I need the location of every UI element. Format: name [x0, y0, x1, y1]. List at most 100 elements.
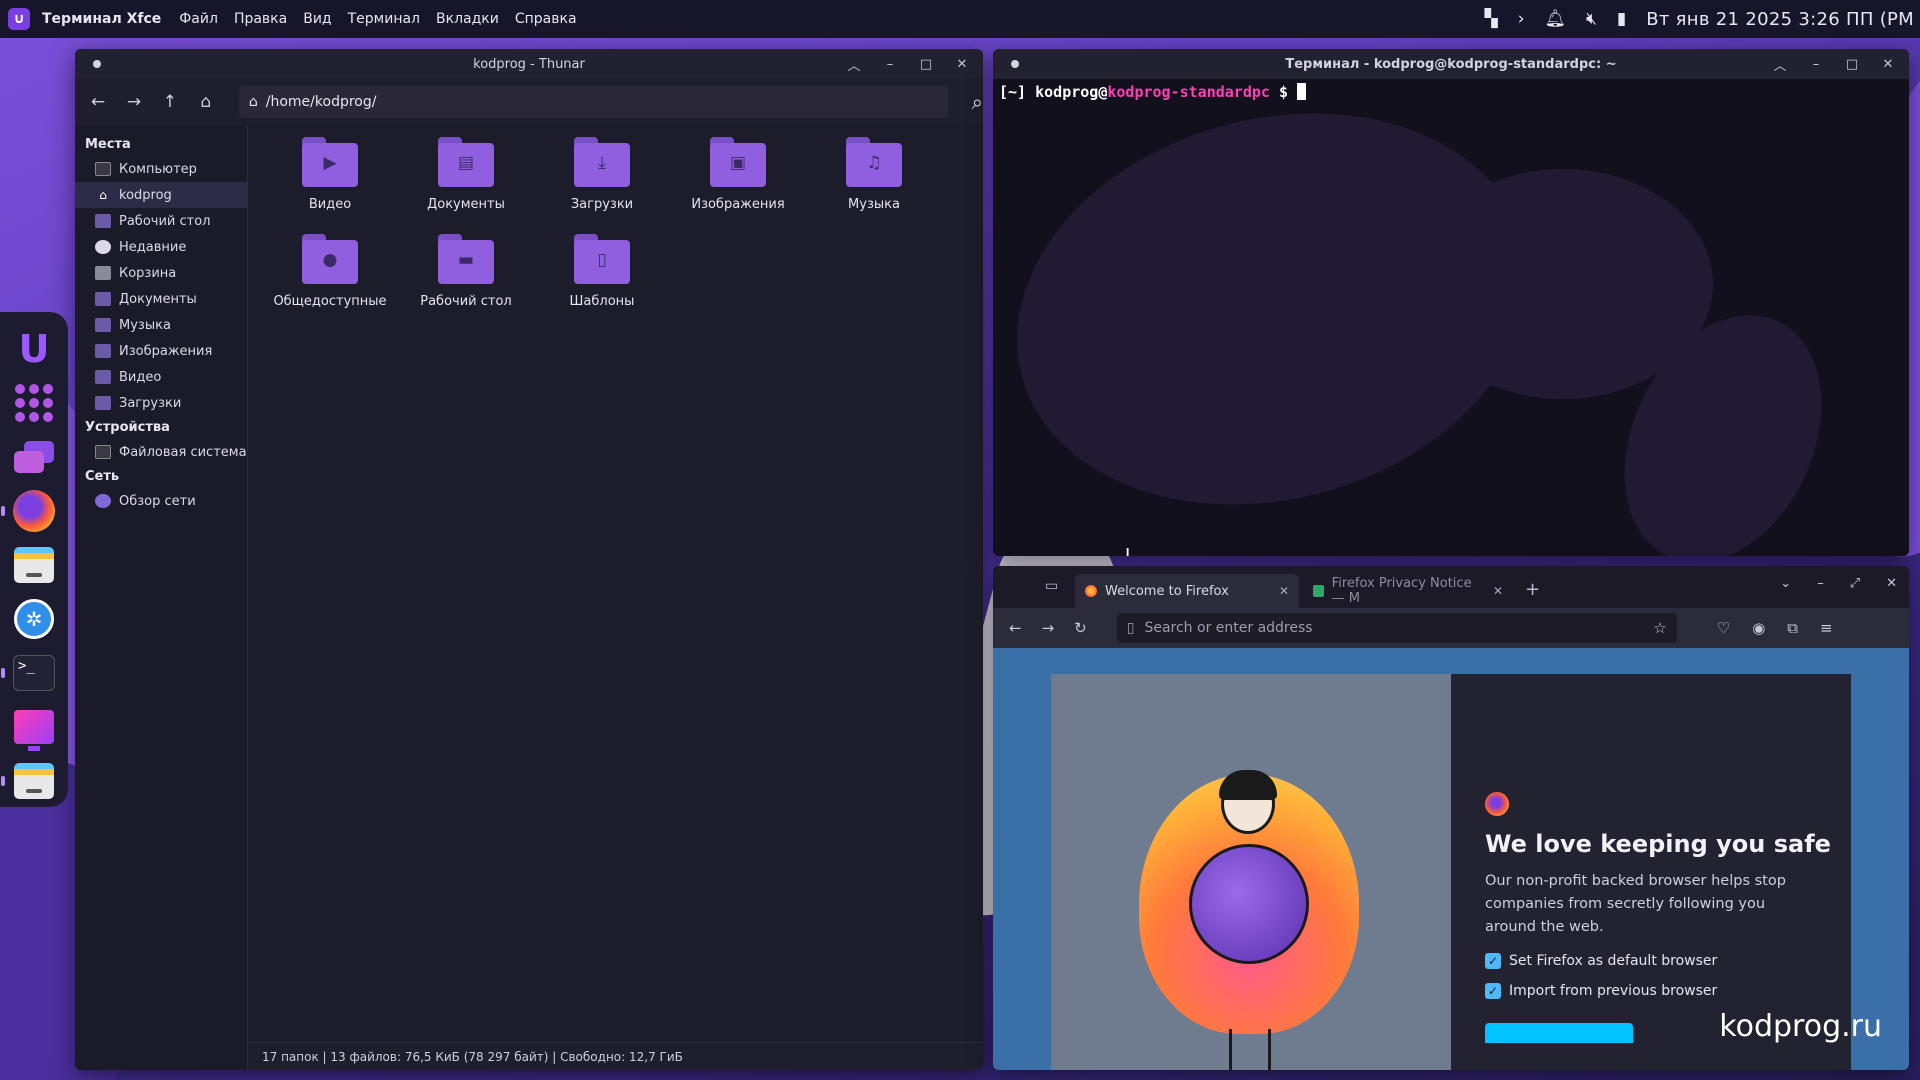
folder-icon: ▤ — [438, 137, 494, 187]
sidebar-header-places: Места — [85, 137, 131, 152]
dock-file-manager-2[interactable] — [1, 758, 57, 804]
shade-button[interactable]: ︿ — [845, 55, 863, 74]
tab-overview-icon[interactable]: ▭ — [1045, 578, 1058, 594]
menu-file[interactable]: Файл — [179, 11, 218, 27]
restore-button[interactable]: ⤢ — [1850, 576, 1860, 591]
folder-item-documents[interactable]: ▤ Документы — [398, 135, 534, 232]
checkbox-checked-icon[interactable]: ✓ — [1485, 983, 1501, 999]
folder-item-downloads[interactable]: ⤓ Загрузки — [534, 135, 670, 232]
thunar-titlebar[interactable]: kodprog - Thunar ︿ – □ ✕ — [75, 49, 983, 79]
close-button[interactable]: ✕ — [1886, 576, 1897, 591]
sidebar-header-network: Сеть — [85, 469, 120, 484]
folder-icon — [95, 318, 111, 332]
checkbox-label: Import from previous browser — [1509, 983, 1718, 999]
prompt-sign: $ — [1269, 83, 1298, 101]
sidebar-item-music[interactable]: Музыка — [75, 312, 247, 338]
volume-muted-icon[interactable]: 🔇︎ — [1586, 9, 1597, 29]
folder-icon: ▬ — [438, 234, 494, 284]
dock-window-switcher[interactable] — [11, 434, 57, 480]
back-arrow-icon[interactable]: ← — [89, 92, 107, 112]
maximize-button[interactable]: □ — [1843, 57, 1861, 72]
dock-display-settings[interactable] — [11, 704, 57, 751]
checkbox-checked-icon[interactable]: ✓ — [1485, 953, 1501, 969]
minimize-button[interactable]: – — [1807, 57, 1825, 72]
search-icon[interactable]: ⌕ — [972, 90, 983, 114]
sidebar-item-filesystem[interactable]: Файловая система — [75, 439, 247, 465]
window-menu-icon[interactable] — [93, 60, 101, 68]
bookmark-star-icon[interactable]: ☆ — [1653, 619, 1666, 637]
extensions-icon[interactable]: ⧉ — [1787, 619, 1798, 637]
shade-button[interactable]: ︿ — [1771, 55, 1789, 74]
firefox-logo-icon — [1485, 792, 1509, 816]
folder-item-pictures[interactable]: ▣ Изображения — [670, 135, 806, 232]
menu-edit[interactable]: Правка — [234, 11, 287, 27]
default-browser-checkbox-row[interactable]: ✓ Set Firefox as default browser — [1485, 953, 1851, 969]
dock-file-manager[interactable] — [11, 542, 57, 588]
dock-firefox[interactable] — [1, 488, 57, 534]
tab-close-icon[interactable]: ✕ — [1279, 584, 1289, 598]
forward-arrow-icon[interactable]: → — [1042, 619, 1055, 637]
new-tab-button[interactable]: + — [1525, 579, 1540, 600]
terminal-titlebar[interactable]: Терминал - kodprog@kodprog-standardpc: ~… — [993, 49, 1909, 79]
menu-terminal[interactable]: Терминал — [348, 11, 420, 27]
folder-label: Загрузки — [570, 197, 634, 212]
import-browser-checkbox-row[interactable]: ✓ Import from previous browser — [1485, 983, 1851, 999]
primary-action-button[interactable] — [1485, 1023, 1633, 1043]
sidebar-item-home[interactable]: ⌂ kodprog — [75, 182, 247, 208]
minimize-button[interactable]: – — [881, 57, 899, 72]
address-bar[interactable]: ▯ Search or enter address ☆ — [1116, 613, 1677, 643]
folder-label: Рабочий стол — [420, 294, 512, 309]
hamburger-menu-icon[interactable]: ≡ — [1820, 619, 1833, 637]
dock-terminal[interactable]: >_ — [1, 650, 57, 696]
minimize-button[interactable]: – — [1817, 576, 1824, 591]
close-button[interactable]: ✕ — [1879, 57, 1897, 72]
terminal-body[interactable]: [~] kodprog@kodprog-standardpc $ I — [993, 79, 1909, 556]
sidebar-item-desktop[interactable]: Рабочий стол — [75, 208, 247, 234]
up-arrow-icon[interactable]: ↑ — [161, 92, 179, 112]
reload-icon[interactable]: ↻ — [1074, 619, 1087, 637]
whisker-menu-icon[interactable]: ∪ — [8, 8, 30, 30]
chevron-right-icon[interactable]: › — [1518, 9, 1525, 29]
sidebar-item-downloads[interactable]: Загрузки — [75, 390, 247, 416]
clock-icon — [95, 240, 111, 254]
sidebar-item-trash[interactable]: Корзина — [75, 260, 247, 286]
menu-view[interactable]: Вид — [303, 11, 331, 27]
sidebar-item-documents[interactable]: Документы — [75, 286, 247, 312]
workspace-switcher-icon[interactable]: ▚ — [1485, 9, 1498, 29]
folder-label: Изображения — [691, 197, 785, 212]
battery-charging-icon[interactable]: ▮ — [1617, 9, 1626, 29]
close-button[interactable]: ✕ — [953, 57, 971, 72]
menu-help[interactable]: Справка — [515, 11, 577, 27]
sidebar-item-pictures[interactable]: Изображения — [75, 338, 247, 364]
menu-tabs[interactable]: Вкладки — [436, 11, 499, 27]
maximize-button[interactable]: □ — [917, 57, 935, 72]
tab-welcome[interactable]: Welcome to Firefox ✕ — [1075, 574, 1299, 608]
home-icon[interactable]: ⌂ — [197, 92, 215, 112]
dock-kde-connect[interactable]: ✲ — [11, 596, 57, 642]
window-menu-icon[interactable] — [1011, 60, 1019, 68]
dock-app-grid[interactable] — [11, 380, 57, 426]
sidebar-item-computer[interactable]: Компьютер — [75, 156, 247, 182]
folder-item-public[interactable]: ● Общедоступные — [262, 232, 398, 329]
window-title: Терминал - kodprog@kodprog-standardpc: ~ — [1285, 56, 1617, 72]
list-tabs-icon[interactable]: ⌄ — [1780, 576, 1791, 591]
folder-item-templates[interactable]: ▯ Шаблоны — [534, 232, 670, 329]
forward-arrow-icon[interactable]: → — [125, 92, 143, 112]
privacy-favicon-icon — [1313, 585, 1324, 597]
pocket-icon[interactable]: ♡ — [1717, 619, 1730, 637]
folder-item-videos[interactable]: ▶ Видео — [262, 135, 398, 232]
tab-close-icon[interactable]: ✕ — [1493, 584, 1503, 598]
folder-item-desktop[interactable]: ▬ Рабочий стол — [398, 232, 534, 329]
panel-clock[interactable]: Вт янв 21 2025 3:26 ПП (РМ — [1646, 9, 1914, 30]
folder-item-music[interactable]: ♫ Музыка — [806, 135, 942, 232]
tab-privacy-notice[interactable]: Firefox Privacy Notice — M ✕ — [1303, 574, 1513, 608]
sidebar-item-browse-network[interactable]: Обзор сети — [75, 488, 247, 514]
welcome-title: We love keeping you safe — [1485, 830, 1831, 858]
dock-launcher-u[interactable]: U — [11, 326, 57, 372]
sidebar-item-recent[interactable]: Недавние — [75, 234, 247, 260]
account-icon[interactable]: ◉ — [1752, 619, 1765, 637]
back-arrow-icon[interactable]: ← — [1009, 619, 1022, 637]
sidebar-item-videos[interactable]: Видео — [75, 364, 247, 390]
location-bar[interactable]: ⌂ /home/kodprog/ — [238, 86, 948, 118]
notification-bell-icon[interactable]: 🔔︎ — [1545, 9, 1567, 29]
